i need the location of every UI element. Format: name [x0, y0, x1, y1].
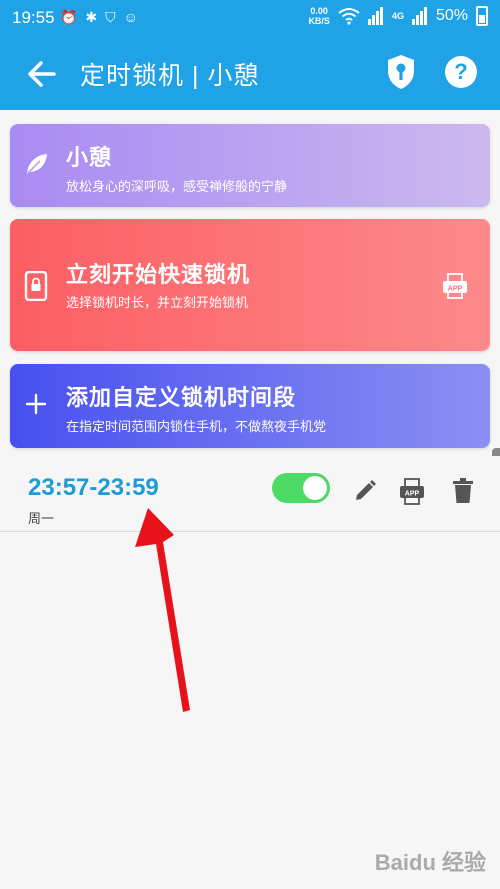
schedule-toggle[interactable]	[272, 473, 330, 503]
app-bar: 定时锁机 | 小憩 ?	[0, 36, 500, 110]
schedule-days: 周一	[28, 512, 55, 527]
qq-icon: ☺	[123, 9, 138, 25]
add-period-subtitle: 在指定时间范围内锁住手机，不做熬夜手机党	[66, 420, 327, 435]
status-time: 19:55	[12, 8, 55, 27]
back-arrow-icon[interactable]	[22, 54, 62, 94]
quick-lock-title: 立刻开始快速锁机	[66, 263, 251, 288]
app-icon[interactable]: APP	[399, 478, 425, 506]
watermark: Baidu 经验	[374, 850, 486, 875]
shield-status-icon: ⛉	[105, 9, 116, 25]
rest-card[interactable]: 小憩 放松身心的深呼吸，感受禅修般的宁静	[10, 124, 490, 207]
shield-key-icon[interactable]	[386, 54, 416, 90]
phone-lock-icon	[24, 271, 48, 301]
svg-text:APP: APP	[448, 286, 463, 293]
app-icon: APP	[443, 273, 467, 299]
leaf-icon	[27, 154, 47, 174]
rest-card-title: 小憩	[66, 146, 113, 171]
add-period-title: 添加自定义锁机时间段	[66, 386, 297, 411]
edit-pencil-icon[interactable]	[352, 478, 378, 504]
net-speed: 0.00 KB/S	[308, 6, 330, 26]
svg-text:APP: APP	[405, 491, 420, 498]
battery-percent: 50%	[435, 7, 468, 24]
wifi-icon	[338, 8, 360, 25]
signal-icon	[411, 7, 427, 25]
add-period-card[interactable]: 添加自定义锁机时间段 在指定时间范围内锁住手机，不做熬夜手机党	[10, 364, 490, 448]
network-type: 4G	[391, 11, 404, 21]
bluetooth-icon: ✱	[85, 9, 98, 25]
schedule-time-range: 23:57-23:59	[28, 474, 159, 501]
alarm-icon: ⏰	[60, 9, 78, 25]
rest-card-subtitle: 放松身心的深呼吸，感受禅修般的宁静	[66, 180, 288, 195]
quick-lock-subtitle: 选择锁机时长，并立刻开始锁机	[66, 296, 249, 311]
trash-icon[interactable]	[452, 478, 474, 504]
plus-icon	[25, 393, 47, 415]
schedule-row[interactable]: 23:57-23:59 周一 APP	[0, 456, 500, 532]
sim-signal-icon	[367, 7, 383, 25]
page-title: 定时锁机 | 小憩	[80, 62, 260, 90]
status-bar: 19:55 ⏰ ✱ ⛉ ☺ 0.00 KB/S 4G 50%	[0, 0, 500, 36]
toggle-knob	[303, 476, 327, 500]
battery-icon	[476, 6, 488, 26]
quick-lock-card[interactable]: 立刻开始快速锁机 选择锁机时长，并立刻开始锁机 APP	[10, 219, 490, 351]
help-icon[interactable]: ?	[445, 56, 477, 88]
